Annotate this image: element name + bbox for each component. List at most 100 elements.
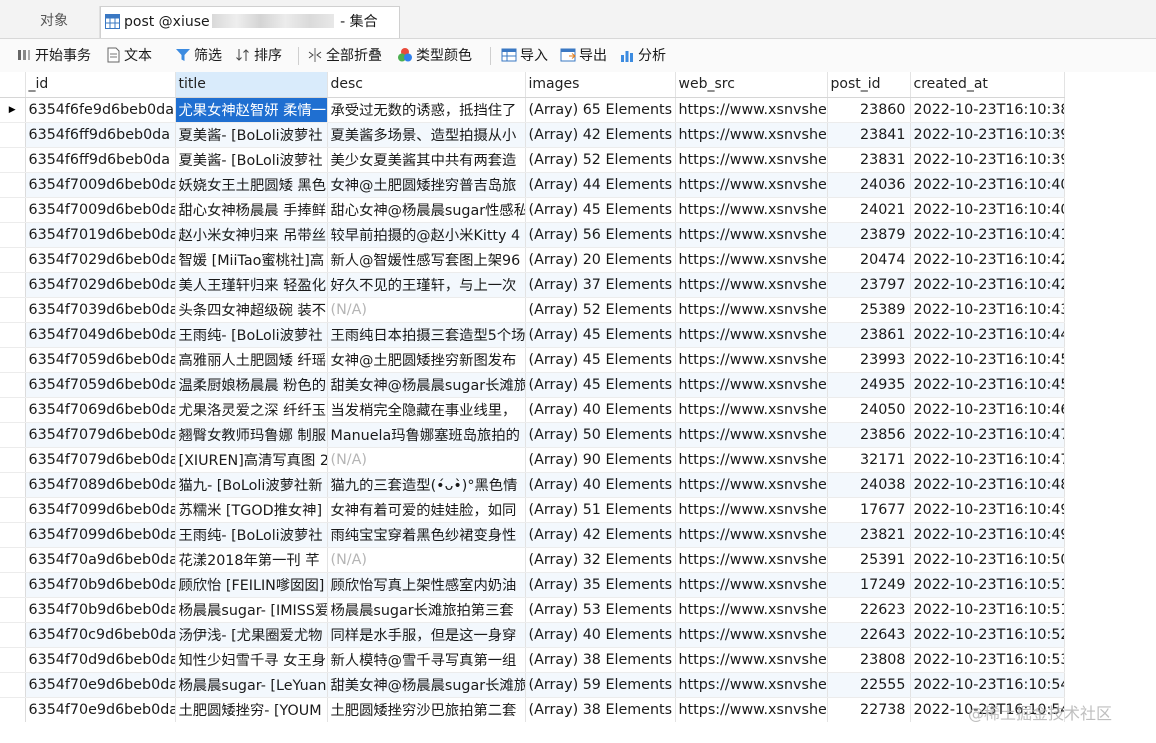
cell-desc[interactable]: 承受过无数的诱惑，抵挡住了 (327, 97, 526, 123)
row-indicator[interactable] (0, 322, 26, 348)
cell-id[interactable]: 6354f7049d6beb0da (25, 322, 176, 348)
cell-id[interactable]: 6354f7029d6beb0da (25, 272, 176, 298)
collapse-all-button[interactable]: 全部折叠 (307, 45, 382, 67)
cell-web-src[interactable]: https://www.xsnvshe (675, 697, 828, 722)
cell-post-id[interactable]: 22643 (827, 622, 911, 648)
row-indicator[interactable] (0, 297, 26, 323)
cell-web-src[interactable]: https://www.xsnvshe (675, 397, 828, 423)
cell-web-src[interactable]: https://www.xsnvshe (675, 522, 828, 548)
cell-created-at[interactable]: 2022-10-23T16:10:40 (910, 197, 1065, 223)
cell-desc[interactable]: 甜美女神@杨晨晨sugar长滩旅 (327, 372, 526, 398)
cell-created-at[interactable]: 2022-10-23T16:10:42 (910, 247, 1065, 273)
cell-desc[interactable]: 甜心女神@杨晨晨sugar性感私 (327, 197, 526, 223)
table-row[interactable]: 6354f7069d6beb0da 尤果洛灵爱之深 纤纤玉 当发梢完全隐藏在事业线里… (0, 397, 1065, 423)
cell-desc[interactable]: 新人@智媛性感写套图上架96 (327, 247, 526, 273)
cell-created-at[interactable]: 2022-10-23T16:10:44 (910, 322, 1065, 348)
table-row[interactable]: 6354f6ff9d6beb0da 夏美酱- [BoLoli波萝社 夏美酱多场景、造… (0, 122, 1065, 148)
cell-web-src[interactable]: https://www.xsnvshe (675, 647, 828, 673)
row-indicator[interactable] (0, 572, 26, 598)
cell-desc[interactable]: 女神@土肥圆矮挫穷新图发布 (327, 347, 526, 373)
cell-post-id[interactable]: 23993 (827, 347, 911, 373)
cell-created-at[interactable]: 2022-10-23T16:10:39 (910, 122, 1065, 148)
cell-web-src[interactable]: https://www.xsnvshe (675, 422, 828, 448)
cell-web-src[interactable]: https://www.xsnvshe (675, 172, 828, 198)
table-row[interactable]: 6354f70b9d6beb0da 顾欣怡 [FEILIN嗲囡囡] 顾欣怡写真上架性… (0, 572, 1065, 598)
table-row[interactable]: 6354f70b9d6beb0da 杨晨晨sugar- [IMISS爱 杨晨晨sug… (0, 597, 1065, 623)
cell-title[interactable]: 土肥圆矮挫穷- [YOUM (175, 697, 328, 722)
cell-title[interactable]: 尤果女神赵智妍 柔情一 (175, 97, 328, 123)
table-row[interactable]: 6354f7049d6beb0da 王雨纯- [BoLoli波萝社 王雨纯日本拍摄三… (0, 322, 1065, 348)
cell-web-src[interactable]: https://www.xsnvshe (675, 372, 828, 398)
cell-web-src[interactable]: https://www.xsnvshe (675, 547, 828, 573)
cell-id[interactable]: 6354f7039d6beb0da (25, 297, 176, 323)
column-header-id[interactable]: _id (25, 72, 176, 98)
row-indicator[interactable] (0, 372, 26, 398)
cell-created-at[interactable]: 2022-10-23T16:10:43 (910, 297, 1065, 323)
table-row[interactable]: 6354f7019d6beb0da 赵小米女神归来 吊带丝 较早前拍摄的@赵小米Ki… (0, 222, 1065, 248)
cell-images[interactable]: (Array) 52 Elements (525, 147, 676, 173)
cell-id[interactable]: 6354f7009d6beb0da (25, 197, 176, 223)
cell-images[interactable]: (Array) 45 Elements (525, 372, 676, 398)
tab-collection[interactable]: post @xiuse - 集合 (100, 6, 400, 38)
table-row[interactable]: 6354f6ff9d6beb0da 夏美酱- [BoLoli波萝社 美少女夏美酱其中… (0, 147, 1065, 173)
cell-desc[interactable]: 女神@土肥圆矮挫穷普吉岛旅 (327, 172, 526, 198)
table-row[interactable]: 6354f70e9d6beb0da 杨晨晨sugar- [LeYuan 甜美女神@杨… (0, 672, 1065, 698)
cell-id[interactable]: 6354f6ff9d6beb0da (25, 122, 176, 148)
cell-web-src[interactable]: https://www.xsnvshe (675, 322, 828, 348)
cell-post-id[interactable]: 23821 (827, 522, 911, 548)
cell-title[interactable]: [XIUREN]高清写真图 2 (175, 447, 328, 473)
cell-title[interactable]: 甜心女神杨晨晨 手捧鲜 (175, 197, 328, 223)
column-header-title[interactable]: title (175, 72, 328, 98)
cell-desc[interactable]: 雨纯宝宝穿着黑色纱裙变身性 (327, 522, 526, 548)
table-row[interactable]: 6354f7059d6beb0da 温柔厨娘杨晨晨 粉色的 甜美女神@杨晨晨suga… (0, 372, 1065, 398)
row-indicator[interactable] (0, 647, 26, 673)
row-indicator[interactable] (0, 147, 26, 173)
table-row[interactable]: 6354f70a9d6beb0da 花漾2018年第一刊 芊 (N/A) (Array… (0, 547, 1065, 573)
cell-id[interactable]: 6354f7099d6beb0da (25, 522, 176, 548)
table-row[interactable]: 6354f7029d6beb0da 智媛 [MiiTao蜜桃社]高 新人@智媛性感写… (0, 247, 1065, 273)
cell-title[interactable]: 夏美酱- [BoLoli波萝社 (175, 122, 328, 148)
cell-created-at[interactable]: 2022-10-23T16:10:47 (910, 447, 1065, 473)
cell-title[interactable]: 王雨纯- [BoLoli波萝社 (175, 322, 328, 348)
cell-images[interactable]: (Array) 65 Elements (525, 97, 676, 123)
row-indicator[interactable] (0, 522, 26, 548)
cell-images[interactable]: (Array) 45 Elements (525, 322, 676, 348)
cell-title[interactable]: 温柔厨娘杨晨晨 粉色的 (175, 372, 328, 398)
cell-post-id[interactable]: 23808 (827, 647, 911, 673)
cell-images[interactable]: (Array) 56 Elements (525, 222, 676, 248)
cell-created-at[interactable]: 2022-10-23T16:10:48 (910, 472, 1065, 498)
cell-images[interactable]: (Array) 20 Elements (525, 247, 676, 273)
row-indicator[interactable] (0, 497, 26, 523)
cell-post-id[interactable]: 22555 (827, 672, 911, 698)
cell-title[interactable]: 杨晨晨sugar- [IMISS爱 (175, 597, 328, 623)
row-indicator[interactable] (0, 597, 26, 623)
cell-post-id[interactable]: 24021 (827, 197, 911, 223)
cell-desc[interactable]: 同样是水手服，但是这一身穿 (327, 622, 526, 648)
cell-desc[interactable]: 女神有着可爱的娃娃脸，如同 (327, 497, 526, 523)
cell-post-id[interactable]: 24050 (827, 397, 911, 423)
cell-post-id[interactable]: 24935 (827, 372, 911, 398)
table-row[interactable]: 6354f7089d6beb0da 猫九- [BoLoli波萝社新 猫九的三套造型(… (0, 472, 1065, 498)
row-indicator[interactable] (0, 122, 26, 148)
table-row[interactable]: 6354f70c9d6beb0da 汤伊浅- [尤果圈爱尤物 同样是水手服，但是这一… (0, 622, 1065, 648)
cell-post-id[interactable]: 23879 (827, 222, 911, 248)
table-row[interactable]: 6354f70e9d6beb0da 土肥圆矮挫穷- [YOUM 土肥圆矮挫穷沙巴旅拍… (0, 697, 1065, 722)
cell-post-id[interactable]: 25391 (827, 547, 911, 573)
row-indicator[interactable] (0, 172, 26, 198)
cell-desc[interactable]: 新人模特@雪千寻写真第一组 (327, 647, 526, 673)
type-color-button[interactable]: 类型颜色 (397, 45, 472, 67)
cell-web-src[interactable]: https://www.xsnvshe (675, 572, 828, 598)
cell-post-id[interactable]: 23797 (827, 272, 911, 298)
cell-images[interactable]: (Array) 52 Elements (525, 297, 676, 323)
cell-desc[interactable]: 美少女夏美酱其中共有两套造 (327, 147, 526, 173)
cell-created-at[interactable]: 2022-10-23T16:10:46 (910, 397, 1065, 423)
cell-id[interactable]: 6354f7019d6beb0da (25, 222, 176, 248)
cell-created-at[interactable]: 2022-10-23T16:10:42 (910, 272, 1065, 298)
cell-desc[interactable]: 土肥圆矮挫穷沙巴旅拍第二套 (327, 697, 526, 722)
cell-web-src[interactable]: https://www.xsnvshe (675, 347, 828, 373)
row-indicator[interactable] (0, 247, 26, 273)
table-row[interactable]: 6354f7099d6beb0da 王雨纯- [BoLoli波萝社 雨纯宝宝穿着黑色… (0, 522, 1065, 548)
cell-post-id[interactable]: 20474 (827, 247, 911, 273)
cell-web-src[interactable]: https://www.xsnvshe (675, 272, 828, 298)
cell-images[interactable]: (Array) 40 Elements (525, 397, 676, 423)
